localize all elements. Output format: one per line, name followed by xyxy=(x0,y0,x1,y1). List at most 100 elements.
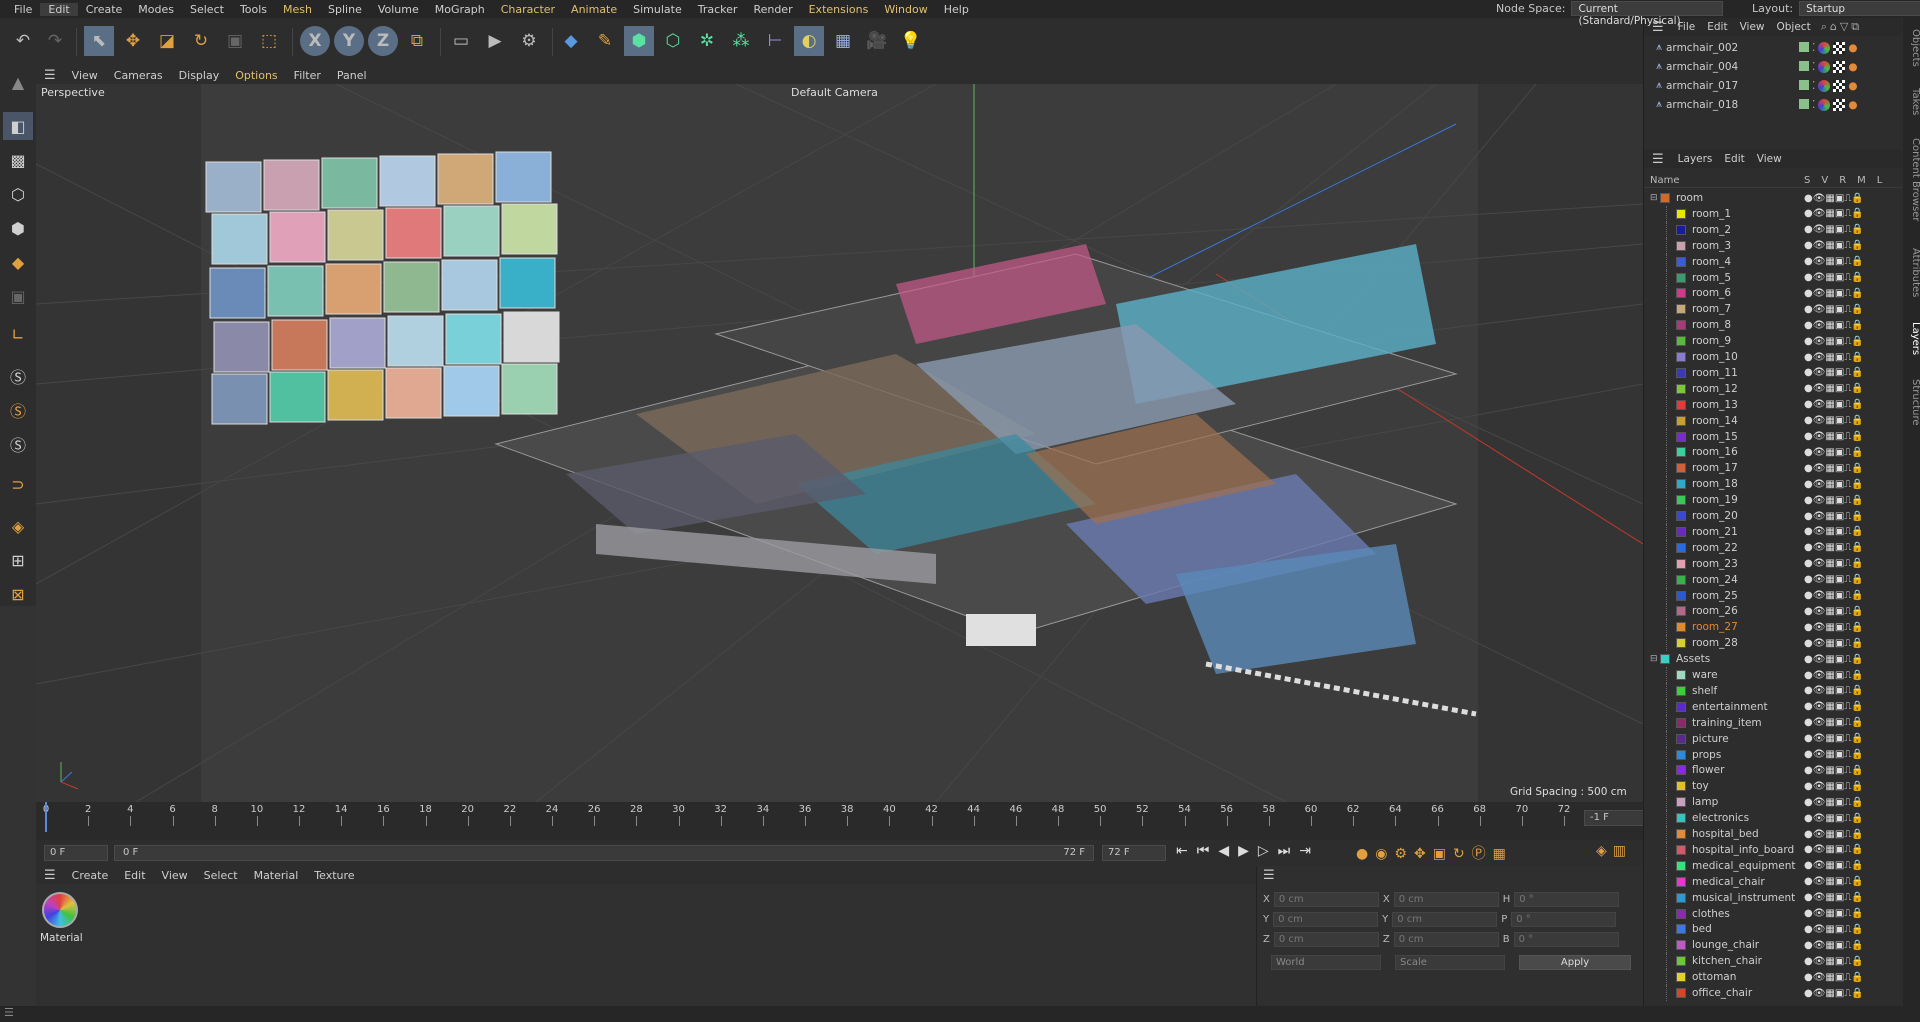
layer-row[interactable]: room_25 ●👁▦▣⎍🔒 xyxy=(1644,587,1902,604)
layer-color-swatch[interactable] xyxy=(1676,701,1686,712)
edges-mode-icon[interactable]: ⬢ xyxy=(3,214,33,242)
layer-color-swatch[interactable] xyxy=(1676,558,1686,569)
field-icon[interactable]: ◐ xyxy=(794,26,824,56)
solo-hierarchy-icon[interactable]: Ⓢ xyxy=(3,396,33,424)
layers-menu-edit[interactable]: Edit xyxy=(1718,153,1750,165)
layer-flags[interactable]: ●👁▦▣⎍🔒 xyxy=(1804,431,1864,442)
side-tab-objects[interactable]: Objects xyxy=(1903,22,1920,74)
playback-controls[interactable]: ⇤⏮◀▶▷⏭⇥ xyxy=(1176,843,1320,859)
viewport-menu-options[interactable]: Options xyxy=(227,69,285,82)
menu-spline[interactable]: Spline xyxy=(320,3,370,16)
side-tab-takes[interactable]: Takes xyxy=(1903,82,1920,122)
layer-flags[interactable]: ●👁▦▣⎍🔒 xyxy=(1804,463,1864,474)
layer-color-swatch[interactable] xyxy=(1676,606,1686,617)
layer-flags[interactable]: ●👁▦▣⎍🔒 xyxy=(1804,240,1864,251)
layer-flags[interactable]: ●👁▦▣⎍🔒 xyxy=(1804,526,1864,537)
layer-row[interactable]: room_12 ●👁▦▣⎍🔒 xyxy=(1644,380,1902,397)
layer-color-swatch[interactable] xyxy=(1660,193,1670,203)
layer-row[interactable]: room_13 ●👁▦▣⎍🔒 xyxy=(1644,396,1902,413)
layers-hamburger-icon[interactable]: ☰ xyxy=(1644,152,1672,167)
coords-hamburger-icon[interactable]: ☰ xyxy=(1263,868,1275,883)
solo-icon[interactable]: Ⓢ xyxy=(3,362,33,390)
pen-icon[interactable]: ✎ xyxy=(590,26,620,56)
layer-color-swatch[interactable] xyxy=(1676,733,1686,744)
material-menu-texture[interactable]: Texture xyxy=(306,869,362,882)
timeline-ruler[interactable]: 0246810121416182022242628303234363840424… xyxy=(36,802,1596,840)
side-tab-layers[interactable]: Layers xyxy=(1903,316,1920,362)
layer-row[interactable]: bed ●👁▦▣⎍🔒 xyxy=(1644,921,1902,938)
layer-color-swatch[interactable] xyxy=(1676,224,1686,235)
layer-flags[interactable]: ●👁▦▣⎍🔒 xyxy=(1804,336,1864,347)
redo-icon[interactable]: ↷ xyxy=(40,26,70,56)
object-row[interactable]: ⩚ armchair_002 ⁚ ● xyxy=(1644,38,1902,57)
size-z-field[interactable]: 0 cm xyxy=(1393,932,1499,947)
layer-flags[interactable]: ●👁▦▣⎍🔒 xyxy=(1804,304,1864,315)
layer-row[interactable]: training_item ●👁▦▣⎍🔒 xyxy=(1644,714,1902,731)
layer-flags[interactable]: ●👁▦▣⎍🔒 xyxy=(1804,542,1864,553)
layer-row[interactable]: kitchen_chair ●👁▦▣⎍🔒 xyxy=(1644,953,1902,970)
layer-row[interactable]: room_1 ●👁▦▣⎍🔒 xyxy=(1644,205,1902,222)
light-icon[interactable]: 💡 xyxy=(896,26,926,56)
menu-character[interactable]: Character xyxy=(493,3,563,16)
layer-color-swatch[interactable] xyxy=(1676,797,1686,808)
layout-select[interactable]: Startup xyxy=(1799,1,1920,16)
layer-row[interactable]: musical_instrument ●👁▦▣⎍🔒 xyxy=(1644,889,1902,906)
layer-flag-header[interactable]: S xyxy=(1804,175,1810,186)
layer-row[interactable]: flower ●👁▦▣⎍🔒 xyxy=(1644,762,1902,779)
undo-icon[interactable]: ↶ xyxy=(8,26,38,56)
layer-color-swatch[interactable] xyxy=(1676,892,1686,903)
layer-row[interactable]: room_16 ●👁▦▣⎍🔒 xyxy=(1644,444,1902,461)
size-x-field[interactable]: 0 cm xyxy=(1393,892,1499,907)
snap-icon[interactable]: ⊃ xyxy=(3,470,33,498)
menu-mograph[interactable]: MoGraph xyxy=(427,3,493,16)
layer-flags[interactable]: ●👁▦▣⎍🔒 xyxy=(1804,367,1864,378)
x-axis-icon[interactable]: X xyxy=(300,26,330,56)
layer-row[interactable]: room_22 ●👁▦▣⎍🔒 xyxy=(1644,539,1902,556)
recent-tool-icon[interactable]: ▣ xyxy=(220,26,250,56)
layer-color-swatch[interactable] xyxy=(1676,829,1686,839)
layer-color-swatch[interactable] xyxy=(1676,304,1686,315)
layer-flags[interactable]: ●👁▦▣⎍🔒 xyxy=(1804,813,1864,824)
layer-row[interactable]: room_14 ●👁▦▣⎍🔒 xyxy=(1644,412,1902,429)
layers-menu-view[interactable]: View xyxy=(1751,153,1788,165)
layer-color-swatch[interactable] xyxy=(1676,399,1686,410)
layer-color-swatch[interactable] xyxy=(1676,463,1686,474)
layer-color-swatch[interactable] xyxy=(1676,352,1686,362)
layer-flags[interactable]: ●👁▦▣⎍🔒 xyxy=(1804,558,1864,569)
menu-mesh[interactable]: Mesh xyxy=(275,3,320,16)
layer-color-swatch[interactable] xyxy=(1676,511,1686,521)
layer-color-swatch[interactable] xyxy=(1660,654,1670,665)
layer-color-swatch[interactable] xyxy=(1676,336,1686,347)
menu-create[interactable]: Create xyxy=(78,3,131,16)
layer-color-swatch[interactable] xyxy=(1676,685,1686,696)
menu-tools[interactable]: Tools xyxy=(232,3,275,16)
pos-y-field[interactable]: 0 cm xyxy=(1273,912,1379,927)
layer-row[interactable]: room_28 ●👁▦▣⎍🔒 xyxy=(1644,635,1902,652)
objects-menu-object[interactable]: Object xyxy=(1771,21,1817,33)
layer-flags[interactable]: ●👁▦▣⎍🔒 xyxy=(1804,844,1864,855)
layer-flags[interactable]: ●👁▦▣⎍🔒 xyxy=(1804,415,1864,426)
move-icon[interactable]: ✥ xyxy=(118,26,148,56)
layer-flags[interactable]: ●👁▦▣⎍🔒 xyxy=(1804,590,1864,601)
layer-flags[interactable]: ●👁▦▣⎍🔒 xyxy=(1804,320,1864,331)
coord-scale-select[interactable]: Scale xyxy=(1395,955,1505,970)
layer-flags[interactable]: ●👁▦▣⎍🔒 xyxy=(1804,701,1864,712)
menu-animate[interactable]: Animate xyxy=(563,3,625,16)
render-settings-icon[interactable]: ⚙ xyxy=(514,26,544,56)
layer-color-swatch[interactable] xyxy=(1676,383,1686,394)
layer-color-swatch[interactable] xyxy=(1676,431,1686,442)
menu-volume[interactable]: Volume xyxy=(370,3,427,16)
layer-row[interactable]: room_7 ●👁▦▣⎍🔒 xyxy=(1644,301,1902,318)
layer-flags[interactable]: ●👁▦▣⎍🔒 xyxy=(1804,383,1864,394)
frame-range-slider[interactable]: 0 F 72 F xyxy=(114,845,1094,861)
hamburger-icon[interactable]: ☰ xyxy=(36,68,64,83)
layer-color-swatch[interactable] xyxy=(1676,956,1686,967)
material-name[interactable]: Material xyxy=(40,932,83,944)
viewport-menu-filter[interactable]: Filter xyxy=(286,69,329,82)
layer-flags[interactable]: ●👁▦▣⎍🔒 xyxy=(1804,622,1864,633)
layer-color-swatch[interactable] xyxy=(1676,908,1686,919)
layer-flags[interactable]: ●👁▦▣⎍🔒 xyxy=(1804,288,1864,299)
make-editable-icon[interactable]: ▲ xyxy=(3,68,33,96)
menu-edit[interactable]: Edit xyxy=(40,2,78,16)
uv-mode-icon[interactable]: ▣ xyxy=(3,282,33,310)
